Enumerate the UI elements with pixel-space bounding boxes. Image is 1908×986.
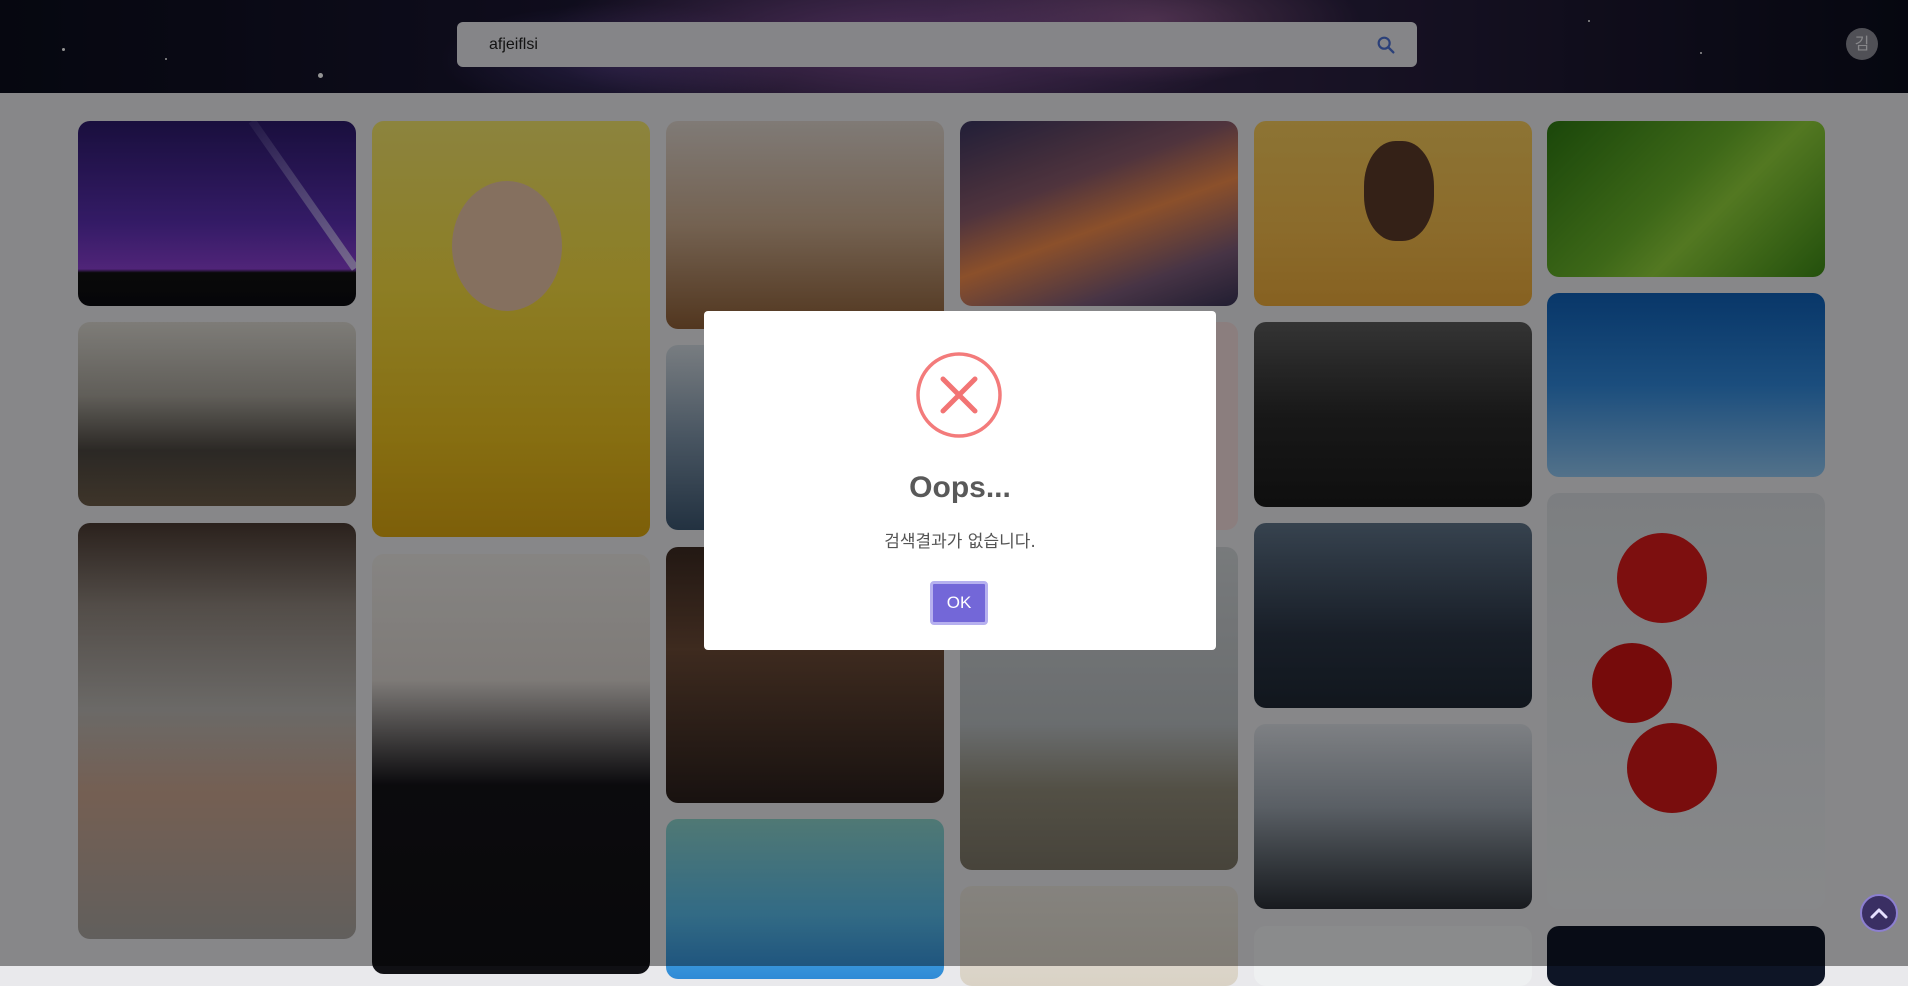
scroll-top-button[interactable] [1860, 894, 1898, 932]
error-x-icon [916, 352, 1002, 438]
alert-dialog: Oops... 검색결과가 없습니다. OK [704, 311, 1216, 650]
arrow-up-icon [1870, 908, 1888, 919]
dialog-message: 검색결과가 없습니다. [884, 532, 1036, 552]
dialog-title: Oops... [909, 471, 1011, 504]
ok-button[interactable]: OK [930, 581, 988, 625]
